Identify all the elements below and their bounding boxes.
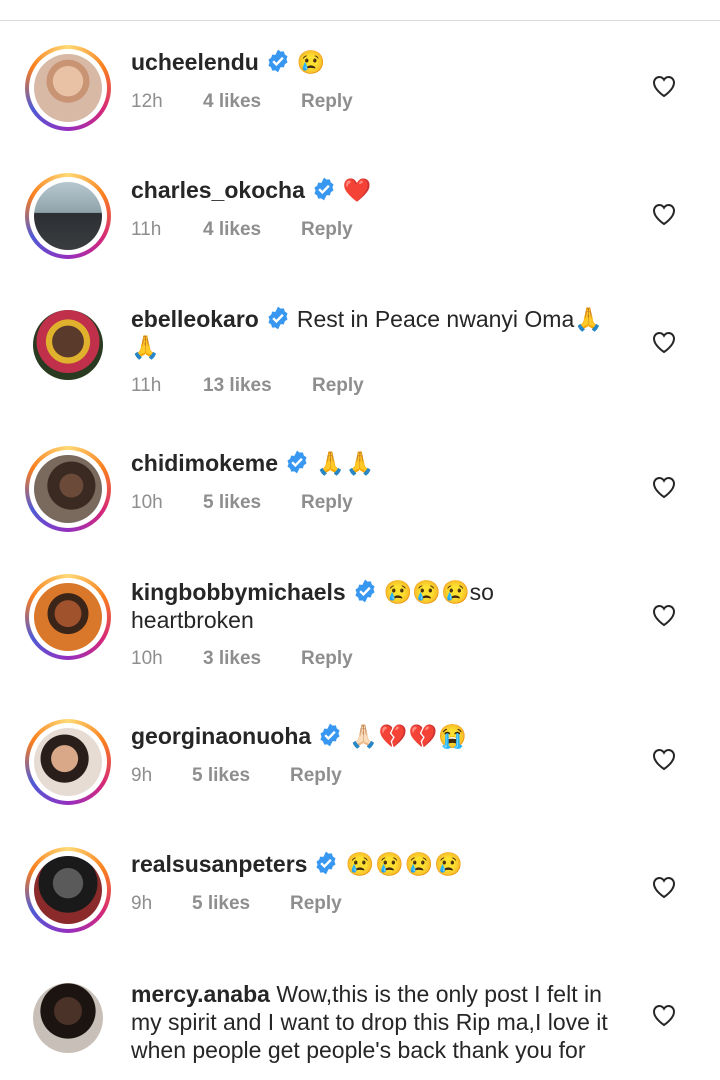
comment-username[interactable]: charles_okocha (131, 177, 305, 203)
comment-time: 10h (131, 492, 163, 513)
comment-time: 9h (131, 765, 153, 786)
avatar-wrapper[interactable] (25, 302, 111, 388)
avatar (33, 310, 103, 380)
heart-outline-icon[interactable] (651, 202, 677, 226)
avatar (34, 856, 102, 924)
avatar-story-ring[interactable] (25, 45, 111, 131)
comment-likes[interactable]: 3 likes (203, 648, 261, 670)
comment-likes[interactable]: 4 likes (203, 219, 261, 241)
comment-text: 🙏🙏 (316, 450, 376, 476)
reply-button[interactable]: Reply (301, 492, 353, 514)
heart-outline-icon[interactable] (651, 875, 677, 899)
comment-likes[interactable]: 5 likes (203, 492, 261, 514)
comment-username[interactable]: georginaonuoha (131, 723, 311, 749)
reply-button[interactable]: Reply (312, 375, 364, 397)
comment-time: 10h (131, 648, 163, 669)
avatar (34, 583, 102, 651)
reply-button[interactable]: Reply (290, 765, 342, 787)
heart-outline-icon[interactable] (651, 475, 677, 499)
bottom-edge (0, 1064, 720, 1080)
heart-outline-icon[interactable] (651, 747, 677, 771)
verified-badge-icon (355, 579, 375, 603)
heart-outline-icon[interactable] (651, 1003, 677, 1027)
avatar-story-ring[interactable] (25, 446, 111, 532)
avatar-wrapper[interactable] (25, 975, 111, 1061)
avatar (34, 728, 102, 796)
comment-username[interactable]: ucheelendu (131, 49, 259, 75)
comment-username[interactable]: kingbobbymichaels (131, 579, 346, 605)
comment-likes[interactable]: 5 likes (192, 893, 250, 915)
heart-outline-icon[interactable] (651, 74, 677, 98)
comment-text: 😢😢😢😢 (345, 851, 464, 877)
comment-time: 11h (131, 219, 162, 240)
verified-badge-icon (320, 723, 340, 747)
comment-likes[interactable]: 4 likes (203, 91, 261, 113)
heart-outline-icon[interactable] (651, 330, 677, 354)
comment-text: ❤️ (342, 177, 373, 203)
comment-text: 😢 (296, 49, 327, 75)
avatar (34, 455, 102, 523)
reply-button[interactable]: Reply (301, 648, 353, 670)
heart-outline-icon[interactable] (651, 603, 677, 627)
avatar (34, 54, 102, 122)
verified-badge-icon (316, 851, 336, 875)
comment-time: 9h (131, 893, 153, 914)
comment-time: 12h (131, 91, 163, 112)
avatar-story-ring[interactable] (25, 173, 111, 259)
avatar (33, 983, 103, 1053)
avatar-story-ring[interactable] (25, 847, 111, 933)
reply-button[interactable]: Reply (301, 219, 353, 241)
reply-button[interactable]: Reply (290, 893, 342, 915)
verified-badge-icon (268, 49, 288, 73)
comment-time: 11h (131, 375, 162, 396)
avatar-story-ring[interactable] (25, 719, 111, 805)
verified-badge-icon (268, 306, 288, 330)
comment-username[interactable]: ebelleokaro (131, 306, 259, 332)
comment-username[interactable]: chidimokeme (131, 450, 278, 476)
verified-badge-icon (287, 450, 307, 474)
comment-likes[interactable]: 5 likes (192, 765, 250, 787)
avatar (34, 182, 102, 250)
comment-text: 🙏🏻💔💔😭 (349, 723, 468, 749)
comment-username[interactable]: mercy.anaba (131, 981, 270, 1007)
avatar-story-ring[interactable] (25, 574, 111, 660)
comment-likes[interactable]: 13 likes (203, 375, 272, 397)
top-divider (0, 0, 720, 21)
reply-button[interactable]: Reply (301, 91, 353, 113)
comment-username[interactable]: realsusanpeters (131, 851, 307, 877)
verified-badge-icon (314, 177, 334, 201)
